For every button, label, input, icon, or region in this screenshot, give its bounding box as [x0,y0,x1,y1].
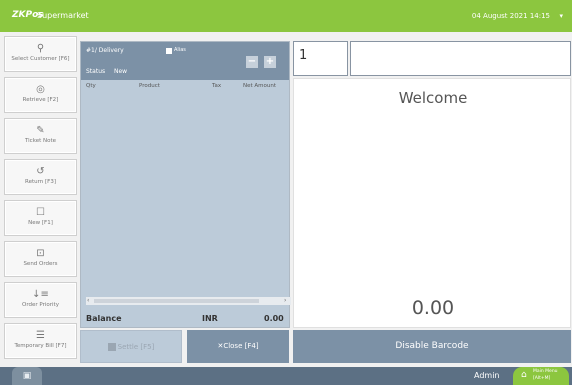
horizontal-scrollbar[interactable]: ‹ › [86,297,291,305]
sidebar-item-label: Return [F3] [25,179,56,185]
home-icon: ⌂ [521,370,527,380]
select-customer-button[interactable]: ⚲ Select Customer [F6] [4,36,77,72]
decrease-quantity-button[interactable]: − [246,56,258,68]
user-icon: ⚲ [36,43,45,54]
order-panel: #1/ Delivery Alias Status New − + Qty Pr… [80,41,291,328]
ticket-note-button[interactable]: ✎ Ticket Note [4,118,77,154]
sidebar-item-label: Select Customer [F6] [11,56,70,62]
pos-window: ZKPos Supermarket 04 August 2021 14:15 ▾… [0,0,572,385]
column-header-tax: Tax [212,83,222,89]
send-orders-button[interactable]: ⊡ Send Orders [4,241,77,277]
return-button[interactable]: ↺ Return [F3] [4,159,77,195]
cash-register-icon: ▣ [22,371,32,381]
alias-checkbox[interactable] [166,48,172,54]
order-header: #1/ Delivery Alias Status New − + [81,42,289,80]
sidebar-item-label: New [F1] [28,220,53,226]
main-menu-line1: Main Menu [533,369,558,374]
chevron-down-icon[interactable]: ▾ [559,12,563,20]
main-menu-label: Main Menu [Alt+M] [533,368,558,382]
status-value: New [114,68,128,75]
footer-bar: ▣ Admin ⌂ Main Menu [Alt+M] [0,367,572,385]
sidebar-item-label: Send Orders [23,261,58,267]
status-label: Status [86,68,106,75]
sidebar-item-label: Ticket Note [24,138,57,144]
barcode-input[interactable] [350,41,571,76]
balance-value: 0.00 [264,314,284,323]
main-menu-line2: [Alt+M] [533,376,551,381]
user-name: Admin [474,371,500,380]
sidebar-item-label: Order Priority [22,302,59,308]
column-header-net-amount: Net Amount [243,83,277,89]
main-menu-button[interactable]: ⌂ Main Menu [Alt+M] [513,367,569,385]
column-header-product: Product [139,83,160,89]
settle-icon [107,343,116,351]
column-header-qty: Qty [86,83,96,89]
return-icon: ↺ [36,166,45,177]
new-icon: ☐ [36,207,45,218]
retrieve-icon: ◎ [36,84,45,95]
datetime-display[interactable]: 04 August 2021 14:15 [472,12,550,20]
cash-drawer-button[interactable]: ▣ [12,367,42,385]
retrieve-button[interactable]: ◎ Retrieve [F2] [4,77,77,113]
increase-quantity-button[interactable]: + [264,56,276,68]
quantity-input[interactable]: 1 [293,41,348,76]
new-order-button[interactable]: ☐ New [F1] [4,200,77,236]
order-table-header: Qty Product Tax Net Amount [81,80,289,90]
header-bar: ZKPos Supermarket 04 August 2021 14:15 ▾ [0,0,572,32]
scroll-left-icon[interactable]: ‹ [87,297,89,305]
priority-icon: ↓≡ [32,289,49,300]
sidebar: ⚲ Select Customer [F6] ◎ Retrieve [F2] ✎… [4,36,77,364]
scrollbar-thumb[interactable] [94,299,259,303]
disable-barcode-button[interactable]: Disable Barcode [293,330,571,363]
temporary-bill-icon: ☰ [36,330,45,341]
customer-display: Welcome 0.00 [293,78,571,328]
close-order-button[interactable]: ✕Close [F4] [187,330,289,363]
sidebar-item-label: Temporary Bill [F7] [14,343,67,349]
order-title[interactable]: #1/ Delivery [86,47,124,54]
send-icon: ⊡ [36,248,45,259]
note-icon: ✎ [36,125,45,136]
total-amount: 0.00 [411,297,455,319]
balance-label: Balance [86,314,122,323]
app-name: Supermarket [37,11,89,20]
temporary-bill-button[interactable]: ☰ Temporary Bill [F7] [4,323,77,359]
close-label: Close [F4] [223,342,259,350]
settle-label: Settle [F5] [117,343,155,351]
sidebar-item-label: Retrieve [F2] [22,97,59,103]
currency-label: INR [202,314,218,323]
welcome-text: Welcome [398,89,468,107]
order-priority-button[interactable]: ↓≡ Order Priority [4,282,77,318]
settle-button[interactable]: Settle [F5] [80,330,182,363]
scroll-right-icon[interactable]: › [284,297,286,305]
alias-label: Alias [174,47,186,53]
